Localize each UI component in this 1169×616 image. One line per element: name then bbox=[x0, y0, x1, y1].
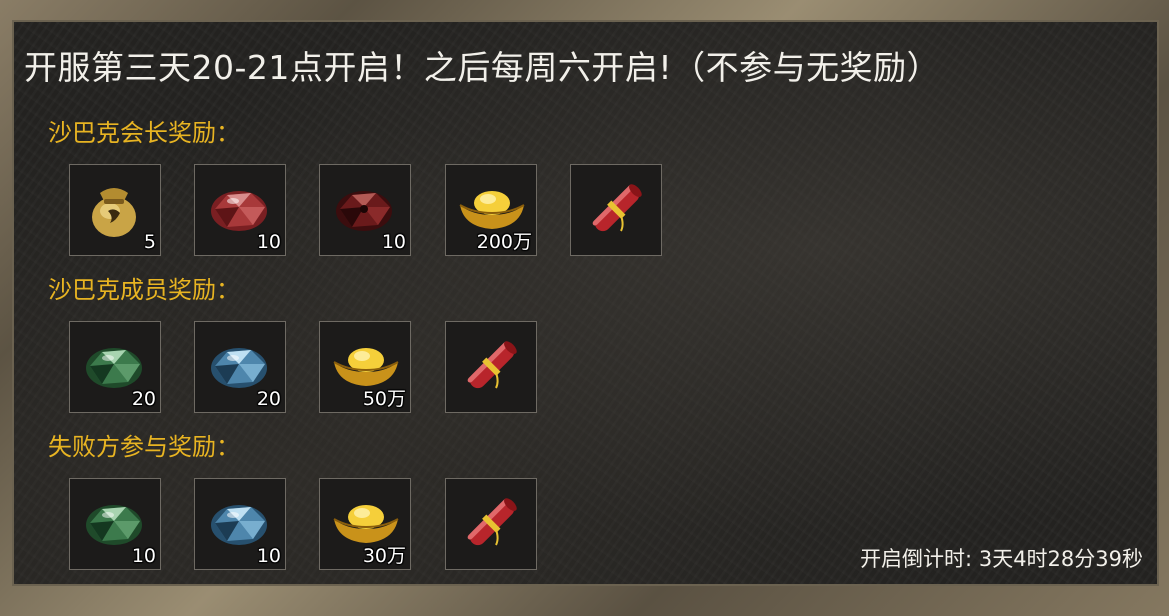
item-slot[interactable]: 10 bbox=[194, 478, 286, 570]
item-quantity: 20 bbox=[131, 388, 156, 410]
item-slot[interactable]: 50万 bbox=[319, 321, 411, 413]
countdown-value: 3天4时28分39秒 bbox=[978, 547, 1143, 571]
item-slot[interactable]: 30万 bbox=[319, 478, 411, 570]
item-quantity: 10 bbox=[256, 545, 281, 567]
scroll-icon bbox=[467, 498, 517, 546]
countdown-timer: 开启倒计时: 3天4时28分39秒 bbox=[860, 546, 1143, 572]
item-quantity: 50万 bbox=[362, 388, 406, 410]
countdown-label: 开启倒计时: bbox=[860, 547, 973, 571]
item-quantity: 10 bbox=[256, 231, 281, 253]
item-slot[interactable] bbox=[570, 164, 662, 256]
item-quantity: 10 bbox=[381, 231, 406, 253]
item-slot[interactable]: 10 bbox=[194, 164, 286, 256]
scroll-icon bbox=[467, 341, 517, 389]
event-title: 开服第三天20-21点开启！之后每周六开启!（不参与无奖励） bbox=[24, 48, 941, 87]
item-slot[interactable] bbox=[445, 321, 537, 413]
item-quantity: 200万 bbox=[476, 231, 532, 253]
item-quantity: 30万 bbox=[362, 545, 406, 567]
gold-pouch-icon bbox=[92, 188, 136, 237]
section-label-leader: 沙巴克会长奖励： bbox=[48, 119, 240, 147]
item-quantity: 5 bbox=[143, 231, 156, 253]
item-quantity: 20 bbox=[256, 388, 281, 410]
section-label-loser: 失败方参与奖励： bbox=[48, 433, 240, 461]
scroll-icon bbox=[592, 184, 642, 232]
section-label-member: 沙巴克成员奖励： bbox=[48, 276, 240, 304]
item-slot[interactable]: 20 bbox=[69, 321, 161, 413]
item-quantity: 10 bbox=[131, 545, 156, 567]
item-slot[interactable]: 5 bbox=[69, 164, 161, 256]
item-slot[interactable]: 10 bbox=[69, 478, 161, 570]
item-slot[interactable]: 10 bbox=[319, 164, 411, 256]
item-slot[interactable] bbox=[445, 478, 537, 570]
item-slot[interactable]: 200万 bbox=[445, 164, 537, 256]
reward-panel: 开服第三天20-21点开启！之后每周六开启!（不参与无奖励） 沙巴克会长奖励： … bbox=[12, 20, 1159, 586]
item-slot[interactable]: 20 bbox=[194, 321, 286, 413]
